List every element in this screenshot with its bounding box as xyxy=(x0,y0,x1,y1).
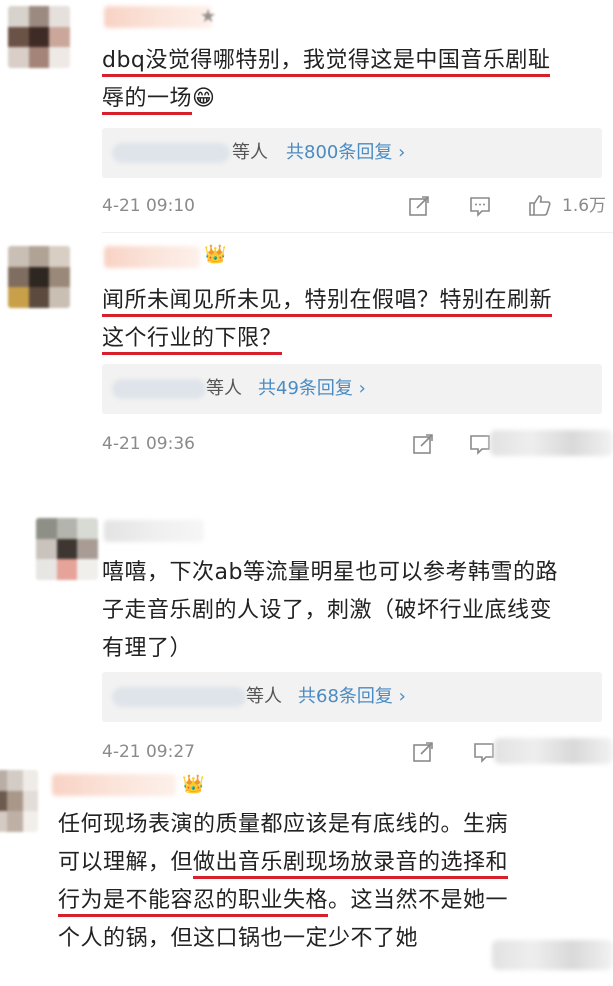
redacted-text xyxy=(492,940,613,970)
comment-text-line: 闻所未闻见所未见，特别在假唱？特别在刷新 xyxy=(102,288,553,317)
comment-icon[interactable] xyxy=(472,740,496,764)
grin-emoji-icon: 😁 xyxy=(192,86,216,111)
divider xyxy=(102,232,613,233)
replies-preview[interactable]: 等人 共800条回复 › xyxy=(102,128,602,178)
comment-text-line: dbq没觉得哪特别，我觉得这是中国音乐剧耻 xyxy=(102,48,551,77)
username-blurred[interactable] xyxy=(52,774,176,796)
vip-crown-icon: 👑 xyxy=(182,774,205,795)
comment-text-line: 辱的一场 xyxy=(102,86,193,115)
comment-text: 嘻嘻，下次ab等流量明星也可以参考韩雪的路 子走音乐剧的人设了，刺激（破坏行业底… xyxy=(102,554,589,668)
redacted-actions xyxy=(490,430,613,456)
comment-text: 闻所未闻见所未见，特别在假唱？特别在刷新 这个行业的下限？ xyxy=(102,282,589,358)
comment-icon[interactable] xyxy=(468,194,492,218)
comment-icon[interactable] xyxy=(468,432,492,456)
comment-text: dbq没觉得哪特别，我觉得这是中国音乐剧耻 辱的一场😁 xyxy=(102,42,589,118)
comment-text-line: 可以理解，但 xyxy=(58,850,194,875)
share-icon[interactable] xyxy=(411,432,435,456)
comment-4: 👑 任何现场表演的质量都应该是有底线的。生病 可以理解，但做出音乐剧现场放录音的… xyxy=(0,770,613,986)
comment-text: 任何现场表演的质量都应该是有底线的。生病 可以理解，但做出音乐剧现场放录音的选择… xyxy=(58,806,603,958)
redacted-actions xyxy=(494,738,613,764)
share-icon[interactable] xyxy=(411,740,435,764)
comment-time: 4-21 09:36 xyxy=(102,434,195,454)
comment-text-line: 嘻嘻，下次ab等流量明星也可以参考韩雪的路 xyxy=(102,560,558,585)
comment-text-line: 有理了） xyxy=(102,636,193,661)
vip-crown-icon: 👑 xyxy=(204,244,227,265)
comment-3: 嘻嘻，下次ab等流量明星也可以参考韩雪的路 子走音乐剧的人设了，刺激（破坏行业底… xyxy=(0,512,613,772)
comment-1: ★ dbq没觉得哪特别，我觉得这是中国音乐剧耻 辱的一场😁 等人 共800条回复… xyxy=(0,0,613,230)
replies-who: 等人 xyxy=(246,686,282,707)
username-blurred[interactable] xyxy=(104,520,204,542)
avatar[interactable] xyxy=(36,518,98,580)
thumbs-up-icon[interactable] xyxy=(528,193,552,217)
comment-time: 4-21 09:27 xyxy=(102,742,195,762)
reply-usernames-blurred xyxy=(112,143,230,163)
comment-text-underlined: 做出音乐剧现场放录音的选择和 xyxy=(193,850,509,879)
user-badge-icon: ★ xyxy=(200,6,217,27)
replies-count-link[interactable]: 共800条回复 › xyxy=(286,128,405,178)
comment-text-line: 任何现场表演的质量都应该是有底线的。生病 xyxy=(58,812,509,837)
replies-count-link[interactable]: 共68条回复 › xyxy=(298,672,406,722)
username-blurred[interactable] xyxy=(104,246,200,268)
comment-text-line: 子走音乐剧的人设了，刺激（破坏行业底线变 xyxy=(102,598,553,623)
like-count: 1.6万 xyxy=(562,196,607,216)
replies-preview[interactable]: 等人 共68条回复 › xyxy=(102,672,602,722)
replies-count-link[interactable]: 共49条回复 › xyxy=(258,364,366,414)
username-blurred[interactable] xyxy=(104,6,212,28)
replies-who: 等人 xyxy=(206,378,242,399)
avatar[interactable] xyxy=(0,770,38,832)
comment-text-line: 个人的锅，但这口锅也一定少不了她 xyxy=(58,926,419,951)
reply-usernames-blurred xyxy=(112,379,206,399)
replies-preview[interactable]: 等人 共49条回复 › xyxy=(102,364,602,414)
comment-2: 👑 闻所未闻见所未见，特别在假唱？特别在刷新 这个行业的下限？ 等人 共49条回… xyxy=(0,240,613,480)
reply-usernames-blurred xyxy=(112,687,246,707)
share-icon[interactable] xyxy=(407,194,431,218)
comment-text-line: 这个行业的下限？ xyxy=(102,326,283,355)
replies-who: 等人 xyxy=(232,142,268,163)
avatar[interactable] xyxy=(8,246,70,308)
comment-text-line: 。这当然不是她一 xyxy=(328,888,509,913)
comment-time: 4-21 09:10 xyxy=(102,196,195,216)
comment-text-underlined: 行为是不能容忍的职业失格 xyxy=(58,888,329,917)
avatar[interactable] xyxy=(8,6,70,68)
